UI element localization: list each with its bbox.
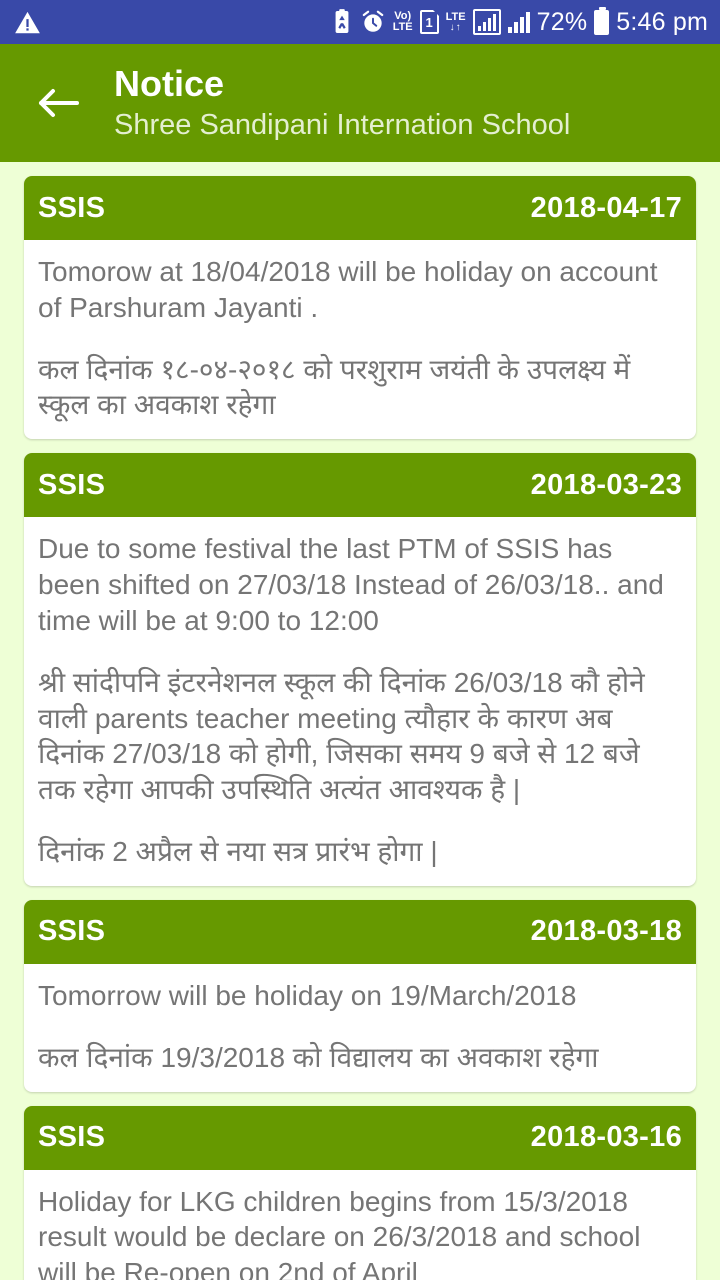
status-bar: Vo) LTE 1 LTE ↓↑ 72% 5:46 pm (0, 0, 720, 44)
notice-date-label: 2018-03-18 (530, 915, 682, 948)
notice-card-body: Due to some festival the last PTM of SSI… (24, 517, 696, 886)
alarm-clock-icon (360, 9, 386, 35)
notice-card-header: SSIS 2018-03-23 (24, 453, 696, 518)
sim1-icon: 1 (419, 10, 439, 34)
notice-card[interactable]: SSIS 2018-04-17 Tomorow at 18/04/2018 wi… (24, 176, 696, 440)
signal-bars-icon (507, 11, 530, 33)
notice-card-body: Tomorow at 18/04/2018 will be holiday on… (24, 240, 696, 439)
page-subtitle: Shree Sandipani Internation School (114, 108, 571, 141)
signal-bar (492, 14, 496, 31)
notice-paragraph: Tomorrow will be holiday on 19/March/201… (38, 979, 577, 1011)
back-arrow-icon[interactable] (30, 75, 86, 131)
signal-bar (525, 12, 530, 33)
battery-saver-icon (331, 9, 353, 35)
signal-bar (513, 22, 518, 33)
data-arrows-label: ↓↑ (449, 21, 462, 33)
notice-card-header: SSIS 2018-04-17 (24, 176, 696, 240)
signal-bar (477, 26, 481, 31)
notice-source-label: SSIS (38, 468, 106, 501)
notice-card-header: SSIS 2018-03-16 (24, 1105, 696, 1170)
notice-paragraph: Holiday for LKG children begins from 15/… (38, 1185, 641, 1280)
notice-paragraph: Due to some festival the last PTM of SSI… (38, 533, 664, 636)
notice-source-label: SSIS (38, 191, 106, 224)
sim-number-label: 1 (425, 14, 433, 30)
signal-bar (487, 18, 491, 31)
notice-list[interactable]: SSIS 2018-04-17 Tomorow at 18/04/2018 wi… (0, 162, 720, 1280)
battery-percent-label: 72% (536, 7, 588, 36)
notice-card[interactable]: SSIS 2018-03-18 Tomorrow will be holiday… (24, 899, 696, 1092)
app-bar: Notice Shree Sandipani Internation Schoo… (0, 44, 720, 162)
notice-card[interactable]: SSIS 2018-03-16 Holiday for LKG children… (24, 1105, 696, 1280)
notice-card-body: Tomorrow will be holiday on 19/March/201… (24, 964, 696, 1092)
volte-icon: Vo) LTE (393, 11, 413, 33)
notice-card[interactable]: SSIS 2018-03-23 Due to some festival the… (24, 453, 696, 886)
status-bar-right: Vo) LTE 1 LTE ↓↑ 72% 5:46 pm (331, 6, 708, 37)
signal-bar (519, 17, 524, 33)
clock-label: 5:46 pm (616, 7, 708, 36)
notice-paragraph: कल दिनांक १८-०४-२०१८ को परशुराम जयंती के… (38, 353, 631, 421)
battery-icon (594, 6, 610, 35)
warning-triangle-icon (14, 9, 41, 36)
status-bar-left (14, 9, 41, 36)
volte-bottom-label: LTE (392, 21, 413, 33)
signal-bars-boxed-icon (472, 9, 501, 35)
notice-paragraph: श्री सांदीपनि इंटरनेशनल स्कूल की दिनांक … (38, 666, 645, 806)
lte-data-icon: LTE ↓↑ (445, 10, 466, 33)
notice-date-label: 2018-04-17 (530, 191, 682, 224)
notice-source-label: SSIS (38, 1121, 106, 1154)
page-title: Notice (114, 63, 225, 105)
notice-paragraph: दिनांक 2 अप्रैल से नया सत्र प्रारंभ होगा… (38, 836, 438, 868)
lte-label: LTE (445, 10, 466, 23)
notice-card-header: SSIS 2018-03-18 (24, 899, 696, 964)
notice-paragraph: कल दिनांक 19/3/2018 को विद्यालय का अवकाश… (38, 1041, 599, 1073)
notice-date-label: 2018-03-16 (530, 1121, 682, 1154)
notice-source-label: SSIS (38, 915, 106, 948)
notice-card-body: Holiday for LKG children begins from 15/… (24, 1170, 696, 1280)
notice-paragraph: Tomorow at 18/04/2018 will be holiday on… (38, 256, 658, 323)
notice-date-label: 2018-03-23 (530, 468, 682, 501)
app-bar-titles: Notice Shree Sandipani Internation Schoo… (114, 63, 570, 143)
signal-bar (507, 27, 512, 33)
signal-bar (482, 22, 486, 31)
